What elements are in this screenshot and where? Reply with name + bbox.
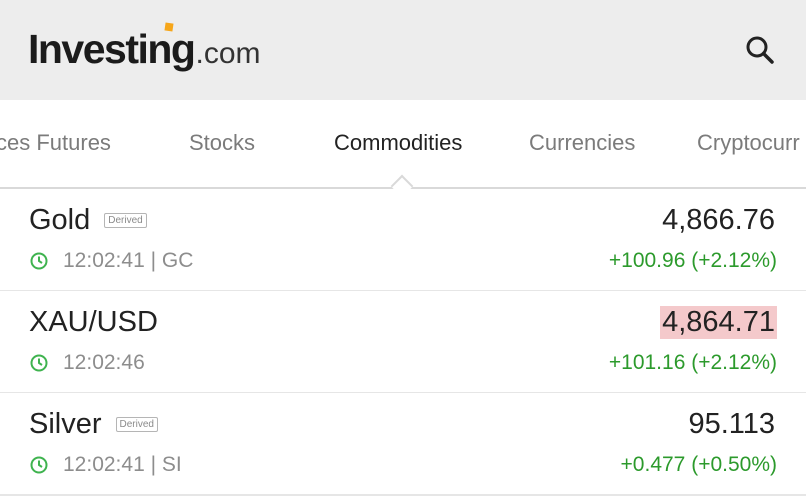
instrument-meta: 12:02:46	[29, 351, 145, 375]
tab-commodities[interactable]: Commodities	[334, 130, 462, 156]
instrument-name-wrap: XAU/USD	[29, 306, 158, 339]
app-header: Investing .com	[0, 0, 806, 100]
price-change: +101.16 (+2.12%)	[608, 351, 777, 374]
clock-icon	[29, 455, 49, 475]
last-update-time: 12:02:41 | SI	[63, 453, 182, 476]
derived-badge: Derived	[115, 417, 158, 432]
instrument-row-silver[interactable]: Silver Derived 12:02:41 | SI 95.113 +0.4…	[0, 393, 806, 496]
search-button[interactable]	[740, 30, 780, 70]
investing-logo[interactable]: Investing .com	[28, 22, 261, 74]
last-update-time: 12:02:41 | GC	[63, 249, 194, 272]
instrument-row-gold[interactable]: Gold Derived 12:02:41 | GC 4,866.76 +100…	[0, 189, 806, 292]
instrument-meta: 12:02:41 | GC	[29, 249, 193, 273]
search-icon	[746, 36, 774, 64]
derived-badge: Derived	[104, 213, 147, 228]
instrument-name-wrap: Gold Derived	[29, 204, 147, 237]
instrument-name: Silver	[29, 408, 102, 440]
logo-accent-mark	[164, 22, 174, 32]
instrument-name: Gold	[29, 204, 91, 236]
clock-icon	[29, 353, 49, 373]
last-price: 95.113	[688, 408, 775, 440]
instrument-meta: 12:02:41 | SI	[29, 453, 182, 477]
logo-suffix: .com	[195, 37, 261, 70]
tab-cryptocurrency[interactable]: Cryptocurr	[697, 130, 800, 156]
logo-wordmark: Investing	[28, 26, 196, 72]
last-price: 4,866.76	[662, 204, 775, 236]
price-change: +100.96 (+2.12%)	[608, 249, 777, 272]
tab-indices-futures[interactable]: ces Futures	[0, 130, 111, 156]
clock-icon	[29, 251, 49, 271]
price-change: +0.477 (+0.50%)	[620, 453, 777, 476]
tab-stocks[interactable]: Stocks	[189, 130, 255, 156]
tab-currencies[interactable]: Currencies	[529, 130, 635, 156]
instrument-name: XAU/USD	[29, 306, 158, 338]
instrument-row-xauusd[interactable]: XAU/USD 12:02:46 4,864.71 +101.16 (+2.12…	[0, 291, 806, 394]
last-price: 4,864.71	[660, 306, 777, 339]
instrument-name-wrap: Silver Derived	[29, 408, 158, 441]
last-update-time: 12:02:46	[63, 351, 145, 374]
